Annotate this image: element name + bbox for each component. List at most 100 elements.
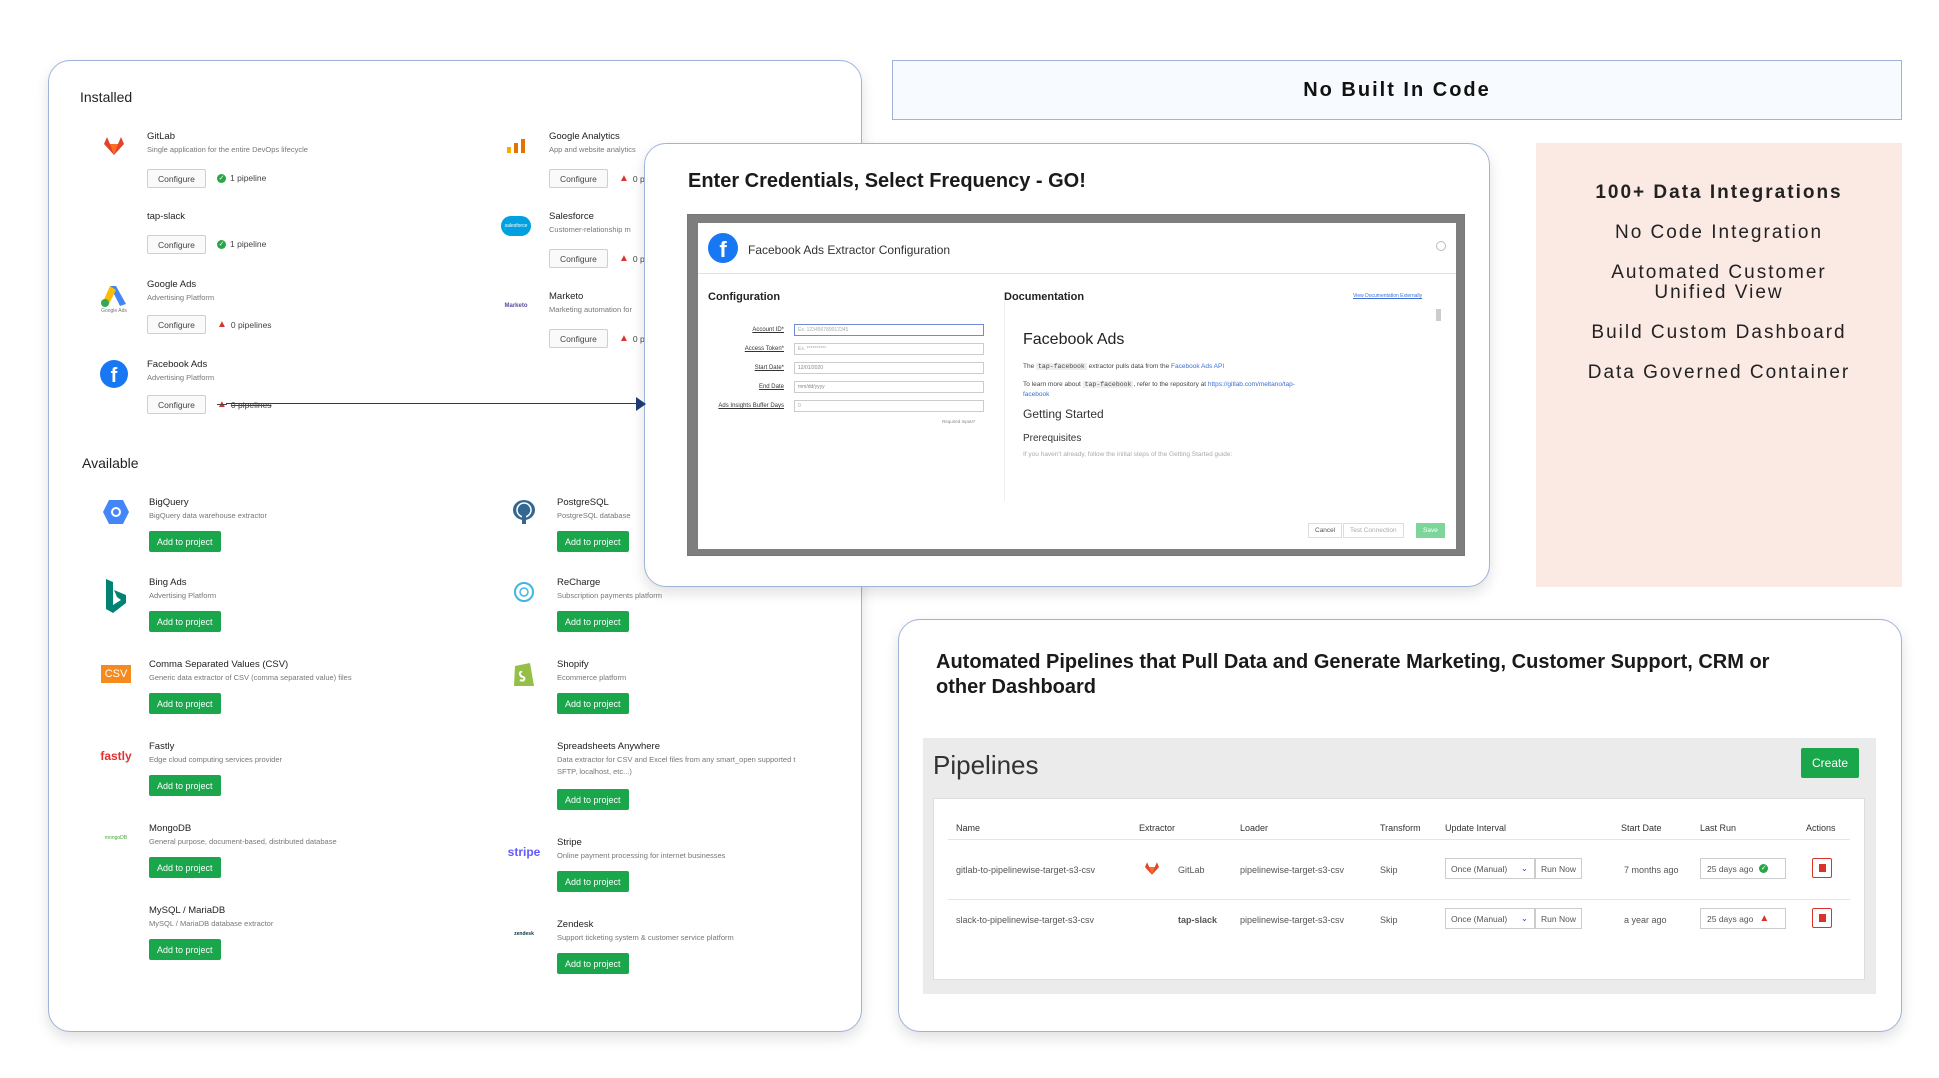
test-connection-button[interactable]: Test Connection — [1343, 523, 1404, 538]
configure-button[interactable]: Configure — [549, 169, 608, 188]
required-note: Required Inputs* — [942, 419, 976, 424]
connector-name: ReCharge — [557, 577, 601, 588]
bing-icon — [101, 577, 131, 617]
add-to-project-button[interactable]: Add to project — [557, 611, 629, 632]
configure-button[interactable]: Configure — [147, 315, 206, 334]
feature-item: Automated Customer Unified View — [1611, 262, 1827, 303]
run-now-button[interactable]: Run Now — [1535, 858, 1582, 879]
feature-item: 100+ Data Integrations — [1595, 182, 1843, 203]
add-to-project-button[interactable]: Add to project — [149, 531, 221, 552]
pipeline-name[interactable]: slack-to-pipelinewise-target-s3-csv — [956, 915, 1094, 925]
save-button[interactable]: Save — [1416, 523, 1445, 538]
documentation-pane: Facebook Ads The tap-facebook extractor … — [1004, 301, 1444, 501]
connector-desc-line2: SFTP, localhost, etc...) — [557, 767, 632, 776]
pipelines-panel: Automated Pipelines that Pull Data and G… — [898, 619, 1902, 1032]
create-button[interactable]: Create — [1801, 748, 1860, 778]
modal-title: Facebook Ads Extractor Configuration — [748, 243, 951, 257]
pipeline-status: ▲ 0 pipelines — [217, 319, 272, 330]
column-header: Actions — [1806, 823, 1836, 833]
installed-item-facebook-ads: f Facebook Ads Advertising Platform Conf… — [99, 359, 399, 419]
connector-desc: Customer-relationship m — [549, 225, 631, 234]
stripe-icon: stripe — [507, 845, 541, 859]
available-item-stripe: stripe Stripe Online payment processing … — [507, 837, 809, 897]
end-date-input[interactable]: mm/dd/yyyy — [794, 381, 984, 393]
configure-button[interactable]: Configure — [147, 395, 206, 414]
facebook-icon: f — [99, 359, 129, 389]
feature-item: No Code Integration — [1614, 222, 1824, 243]
add-to-project-button[interactable]: Add to project — [557, 871, 629, 892]
connector-name: Fastly — [149, 741, 175, 752]
connector-name: Marketo — [549, 291, 584, 302]
add-to-project-button[interactable]: Add to project — [149, 939, 221, 960]
connector-name: tap-slack — [147, 211, 186, 222]
update-interval-select[interactable]: Once (Manual) ⌄ — [1445, 908, 1535, 929]
last-run-badge[interactable]: 25 days ago ✓ — [1700, 858, 1786, 879]
pipelines-title: Pipelines — [933, 750, 1039, 780]
connector-name: Google Analytics — [549, 131, 620, 142]
connector-desc: BigQuery data warehouse extractor — [149, 511, 267, 520]
configure-button[interactable]: Configure — [549, 249, 608, 268]
modal-divider — [698, 273, 1456, 274]
account-id-input[interactable]: Ex. 123456789012345 — [794, 324, 984, 336]
add-to-project-button[interactable]: Add to project — [557, 531, 629, 552]
pipeline-status: ▲ 0 pipelines — [217, 399, 272, 410]
update-interval-select[interactable]: Once (Manual) ⌄ — [1445, 858, 1535, 879]
transform-value: Skip — [1380, 915, 1398, 925]
last-run-badge[interactable]: 25 days ago ▲ — [1700, 908, 1786, 929]
google-ads-icon: Google Ads — [99, 279, 129, 319]
delete-button[interactable] — [1812, 858, 1832, 878]
pipelines-screenshot: Pipelines Create Name Extractor Loader T… — [923, 738, 1876, 994]
configure-button[interactable]: Configure — [147, 235, 206, 254]
start-date-value: a year ago — [1624, 915, 1667, 925]
add-to-project-button[interactable]: Add to project — [557, 953, 629, 974]
pipelines-heading: Automated Pipelines that Pull Data and G… — [936, 651, 1770, 698]
pipeline-status: ✓ 1 pipeline — [217, 173, 267, 183]
column-header: Transform — [1380, 823, 1421, 833]
credentials-panel: Enter Credentials, Select Frequency - GO… — [644, 143, 1490, 587]
add-to-project-button[interactable]: Add to project — [149, 775, 221, 796]
field-label: Access Token* — [744, 346, 784, 352]
available-item-bing-ads: Bing Ads Advertising Platform Add to pro… — [101, 577, 431, 637]
view-docs-link[interactable]: View Documentation Externally — [1353, 293, 1422, 299]
add-to-project-button[interactable]: Add to project — [149, 857, 221, 878]
marketo-icon: Marketo — [504, 303, 528, 309]
extractor-name: tap-slack — [1178, 915, 1218, 925]
doc-link[interactable]: facebook — [1023, 391, 1049, 398]
add-to-project-button[interactable]: Add to project — [557, 789, 629, 810]
buffer-days-input[interactable]: 0 — [794, 400, 984, 412]
available-title: Available — [82, 455, 139, 471]
add-to-project-button[interactable]: Add to project — [557, 693, 629, 714]
pipeline-status: ✓ 1 pipeline — [217, 239, 267, 249]
connector-name: PostgreSQL — [557, 497, 609, 508]
connector-desc: Subscription payments platform — [557, 591, 663, 600]
connector-desc: Ecommerce platform — [557, 673, 627, 682]
access-token-input[interactable]: Ex. ********** — [794, 343, 984, 355]
field-label: Account ID* — [752, 327, 784, 333]
cancel-button[interactable]: Cancel — [1308, 523, 1343, 538]
configure-button[interactable]: Configure — [147, 169, 206, 188]
delete-button[interactable] — [1812, 908, 1832, 928]
column-header: Update Interval — [1445, 823, 1507, 833]
available-item-bigquery: BigQuery BigQuery data warehouse extract… — [101, 497, 431, 557]
pipeline-name[interactable]: gitlab-to-pipelinewise-target-s3-csv — [956, 865, 1095, 875]
pipelines-table: Name Extractor Loader Transform Update I… — [933, 798, 1865, 980]
connector-name: MySQL / MariaDB — [149, 905, 226, 916]
configure-button[interactable]: Configure — [549, 329, 608, 348]
connector-name: Stripe — [557, 837, 582, 848]
close-icon[interactable] — [1436, 241, 1446, 251]
chevron-down-icon: ⌄ — [1520, 863, 1528, 873]
bigquery-icon — [101, 497, 131, 527]
extractor-name: GitLab — [1178, 865, 1205, 875]
gitlab-icon — [1145, 862, 1159, 880]
doc-paragraph: If you haven't already, follow the initi… — [1023, 451, 1233, 458]
doc-scrollbar[interactable] — [1436, 309, 1441, 321]
extractor-config-modal: f Facebook Ads Extractor Configuration C… — [698, 223, 1456, 549]
chevron-down-icon: ⌄ — [1520, 913, 1528, 923]
connector-name: Shopify — [557, 659, 589, 670]
add-to-project-button[interactable]: Add to project — [149, 693, 221, 714]
run-now-button[interactable]: Run Now — [1535, 908, 1582, 929]
fastly-icon: fastly — [100, 749, 132, 763]
available-item-csv: CSV Comma Separated Values (CSV) Generic… — [101, 659, 461, 719]
start-date-input[interactable]: 12/01/2020 — [794, 362, 984, 374]
add-to-project-button[interactable]: Add to project — [149, 611, 221, 632]
